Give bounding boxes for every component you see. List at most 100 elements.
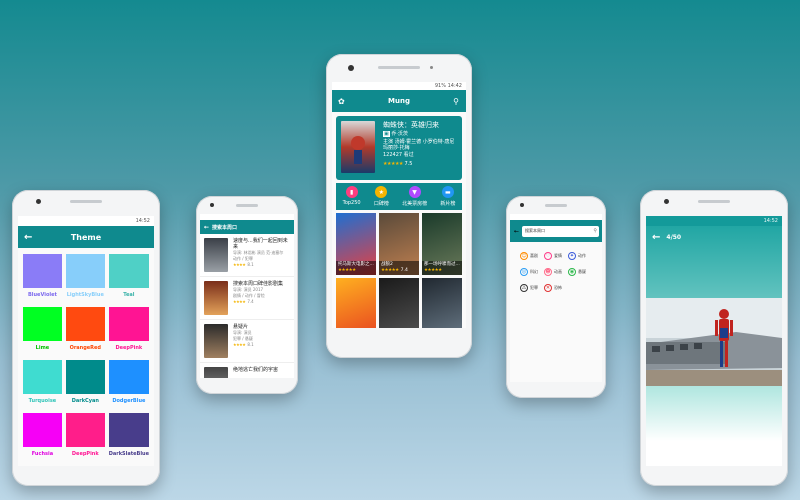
genre-label: 动作 (578, 253, 586, 258)
genre-item[interactable]: ⚠ 犯罪 (520, 284, 544, 292)
rating-stars: ★★★★ (233, 262, 246, 267)
list-item-rating-row: ★★★★ 7.4 (233, 299, 283, 305)
theme-name: BlueViolet (27, 292, 57, 298)
theme-name: DeepPink (71, 451, 99, 457)
movie-rating-row: ★★★★★ 7.4 (381, 268, 417, 274)
search-icon[interactable]: ⚲ (593, 228, 597, 234)
phone-search: ← 搜索本周口 ⚲ ☺ 喜剧 ♡ 爱情 ✦ 动作 ◎ 科幻 ☻ 动画 ◉ 悬疑 ⚠ 犯罪 ✕ 恐怖 (506, 196, 606, 398)
list-item[interactable]: 搜索本周口碑佳影剧集 导演: 演员 2017 剧情 / 动作 / 冒险 ★★★★ 7.4 (200, 277, 294, 320)
list-title: 搜索本周口 (212, 224, 238, 231)
genre-item[interactable]: ◎ 科幻 (520, 268, 544, 276)
search-bar: ← 搜索本周口 ⚲ (510, 220, 602, 242)
status-time: 14:52 (763, 218, 778, 224)
earpiece (378, 66, 420, 69)
theme-swatch (108, 254, 149, 288)
theme-swatch (65, 360, 105, 394)
list-item[interactable]: 悬疑片 导演: 演员 犯罪 / 悬疑 ★★★★ 8.1 (200, 320, 294, 363)
theme-option[interactable]: BlueViolet (23, 254, 62, 303)
movie-card[interactable]: 托马斯大电影之... ★★★★★ (336, 213, 376, 275)
genre-icon: ✦ (568, 252, 576, 260)
theme-swatch (23, 360, 62, 394)
theme-swatch (23, 254, 62, 288)
movie-rating-row: ★★★★★ (338, 268, 374, 274)
list-item[interactable]: 速度与...我们一起回到未来 导演: 林诣彬 演员 范·迪塞尔 动作 / 犯罪 ★★★… (200, 234, 294, 277)
theme-option[interactable]: DarkSlateBlue (108, 413, 149, 462)
list-item-text: 悬疑片 导演: 演员 犯罪 / 悬疑 ★★★★ 8.1 (228, 324, 254, 358)
theme-option[interactable]: DeepPink (65, 413, 105, 462)
featured-cast: 主演 汤姆·霍兰德 小罗伯特·唐尼 玛丽莎·托梅 (383, 139, 455, 151)
theme-option[interactable]: DeepPink (108, 307, 149, 356)
movie-card[interactable] (336, 278, 376, 328)
list-poster (204, 367, 228, 378)
rating-stars: ★★★★ (233, 299, 246, 304)
theme-swatch (65, 413, 105, 447)
director-name: 乔·沃茨 (391, 131, 408, 137)
director-icon: ▣ (383, 131, 390, 137)
genre-item[interactable]: ☻ 动画 (544, 268, 568, 276)
tab-0[interactable]: ▮ Top250 (343, 186, 361, 207)
front-camera (664, 199, 669, 204)
theme-option[interactable]: Teal (108, 254, 149, 303)
tab-label: 新片榜 (440, 201, 456, 207)
list-item-rating: 8.1 (247, 262, 254, 267)
theme-name: Lime (35, 345, 50, 351)
list-item-rating: 7.4 (247, 299, 254, 304)
theme-swatch (23, 307, 62, 341)
theme-swatch (108, 360, 149, 394)
theme-option[interactable]: LightSkyBlue (65, 254, 105, 303)
genre-item[interactable]: ✕ 恐怖 (544, 284, 568, 292)
tab-2[interactable]: ▼ 北美票房榜 (402, 186, 427, 207)
tab-label: 北美票房榜 (402, 201, 428, 207)
theme-option[interactable]: Turquoise (23, 360, 62, 409)
theme-grid: BlueViolet LightSkyBlue Teal Lime OrangeRed D… (18, 248, 154, 466)
phone-photo: 14:52 ← 4/50 (640, 190, 788, 486)
list-poster (204, 324, 228, 358)
genre-item[interactable]: ♡ 爱情 (544, 252, 568, 260)
theme-option[interactable]: Fuchsia (23, 413, 62, 462)
search-input[interactable]: 搜索本周口 ⚲ (522, 225, 599, 237)
list-item[interactable]: 绝地逃亡我们的宇宙 (200, 363, 294, 378)
movie-card[interactable] (422, 278, 462, 328)
logo-icon: ✿ (338, 96, 345, 106)
movie-card[interactable]: 战狼2 ★★★★★ 7.4 (379, 213, 419, 275)
theme-name: DarkSlateBlue (108, 451, 149, 457)
genre-item[interactable]: ◉ 悬疑 (568, 268, 592, 276)
back-arrow-icon[interactable]: ← (200, 224, 209, 231)
featured-movie-card[interactable]: 蜘蛛侠：英雄归来 ▣ 乔·沃茨 主演 汤姆·霍兰德 小罗伯特·唐尼 玛丽莎·托梅… (336, 116, 462, 180)
list-item-rating-row: ★★★★ 8.1 (233, 262, 290, 268)
main-appbar: ✿ Mung ⚲ (332, 90, 466, 112)
theme-option[interactable]: DarkCyan (65, 360, 105, 409)
genre-item[interactable]: ✦ 动作 (568, 252, 592, 260)
genre-label: 恐怖 (554, 285, 562, 290)
back-arrow-icon[interactable]: ← (646, 232, 660, 243)
back-arrow-icon[interactable]: ← (513, 228, 522, 235)
front-camera (348, 65, 354, 71)
movie-caption: 托马斯大电影之... ★★★★★ (336, 261, 376, 275)
movie-caption: 战狼2 ★★★★★ 7.4 (379, 261, 419, 275)
theme-name: Turquoise (28, 398, 57, 404)
list-item-text: 搜索本周口碑佳影剧集 导演: 演员 2017 剧情 / 动作 / 冒险 ★★★★ 7.4 (228, 281, 283, 315)
movie-card[interactable]: 那一场呼啸而过... ★★★★★ (422, 213, 462, 275)
tab-3[interactable]: ▬ 新片榜 (440, 186, 455, 207)
tab-1[interactable]: ★ 口碑榜 (374, 186, 389, 207)
search-icon[interactable]: ⚲ (453, 97, 459, 106)
list-poster (204, 281, 228, 315)
list-item-text: 速度与...我们一起回到未来 导演: 林诣彬 演员 范·迪塞尔 动作 / 犯罪 ★★★… (228, 238, 290, 272)
theme-option[interactable]: Lime (23, 307, 62, 356)
theme-option[interactable]: DodgerBlue (108, 360, 149, 409)
genre-item[interactable]: ☺ 喜剧 (520, 252, 544, 260)
rating-stars: ★★★★ (233, 342, 246, 347)
back-arrow-icon[interactable]: ← (18, 232, 32, 243)
genre-icon: ◉ (568, 268, 576, 276)
proximity-sensor (430, 66, 433, 69)
featured-rating-row: ★★★★★ 7.5 (383, 160, 455, 169)
status-bar: 14:52 (646, 216, 782, 226)
earpiece (698, 200, 730, 203)
theme-name: Teal (123, 292, 135, 298)
movie-card[interactable] (379, 278, 419, 328)
phone-main: 91% 14:42 ✿ Mung ⚲ 蜘蛛侠：英雄归来 ▣ 乔·沃茨 主演 汤姆… (326, 54, 472, 358)
theme-option[interactable]: OrangeRed (65, 307, 105, 356)
front-camera (520, 203, 524, 207)
status-battery-time: 91% 14:42 (434, 83, 462, 89)
genre-icon: ◎ (520, 268, 528, 276)
